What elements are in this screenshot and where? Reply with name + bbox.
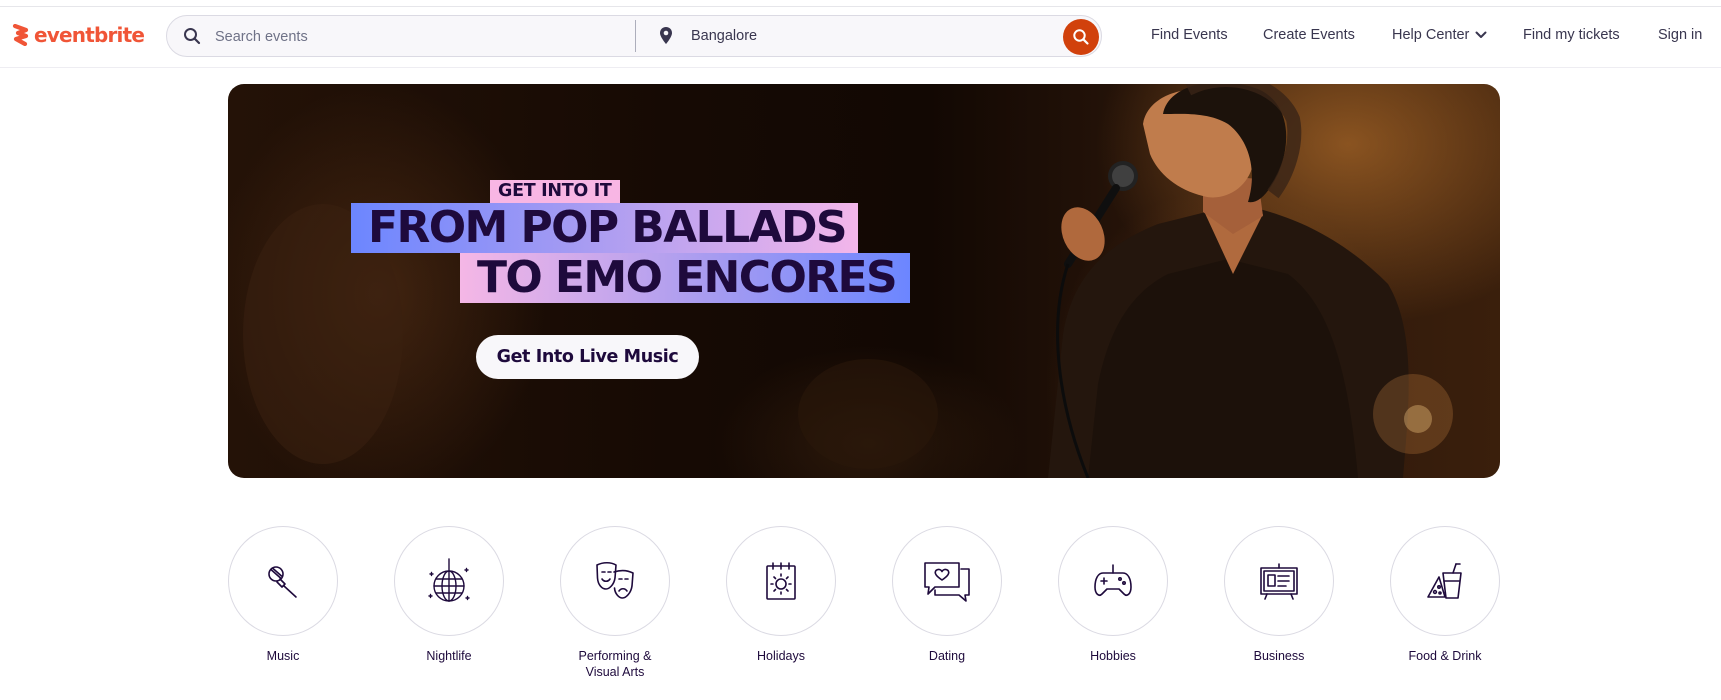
theater-masks-icon [596, 561, 634, 599]
category-business[interactable]: Business [1224, 526, 1334, 664]
nav-create-events[interactable]: Create Events [1263, 27, 1355, 43]
category-circle [1390, 526, 1500, 636]
search-icon [1073, 29, 1089, 45]
get-into-live-music-button[interactable]: Get Into Live Music [476, 335, 699, 379]
map-pin-icon [659, 26, 673, 50]
eventbrite-logo-icon [12, 24, 29, 46]
category-label: Performing & Visual Arts [578, 649, 652, 679]
category-label: Music [266, 649, 300, 663]
chevron-down-icon [1475, 31, 1487, 38]
category-list: Music Nightlife Performing & Visual Arts… [228, 526, 1500, 696]
nav-find-my-tickets[interactable]: Find my tickets [1523, 27, 1620, 43]
category-label: Business [1253, 649, 1305, 663]
category-circle [1224, 526, 1334, 636]
hero-headline-line-1: FROM POP BALLADS [351, 203, 858, 253]
microphone-icon [268, 566, 297, 598]
hero-banner: GET INTO IT FROM POP BALLADS TO EMO ENCO… [228, 84, 1500, 478]
category-circle [560, 526, 670, 636]
chat-heart-icon [924, 562, 970, 602]
category-hobbies[interactable]: Hobbies [1058, 526, 1168, 664]
category-holidays[interactable]: Holidays [726, 526, 836, 664]
nav-sign-in[interactable]: Sign in [1658, 27, 1702, 43]
category-circle [892, 526, 1002, 636]
category-food-drink[interactable]: Food & Drink [1390, 526, 1500, 664]
search-submit-button[interactable] [1063, 19, 1099, 55]
calendar-icon [766, 562, 796, 600]
category-label: Hobbies [1090, 649, 1136, 663]
eventbrite-logo[interactable]: eventbrite [12, 23, 145, 47]
location-input[interactable]: Bangalore [691, 28, 757, 44]
hero-headline-line-2: TO EMO ENCORES [460, 253, 911, 303]
category-nightlife[interactable]: Nightlife [394, 526, 504, 664]
disco-ball-icon [428, 558, 470, 602]
search-icon [183, 27, 201, 50]
nav-help-center-label: Help Center [1392, 27, 1470, 43]
category-label: Dating [928, 649, 966, 663]
presentation-board-icon [1260, 563, 1298, 600]
logo-wordmark: eventbrite [34, 23, 145, 47]
category-label: Nightlife [426, 649, 472, 663]
category-circle [726, 526, 836, 636]
search-bar: Bangalore [166, 15, 1102, 57]
food-drink-icon [1427, 563, 1462, 599]
category-circle [394, 526, 504, 636]
category-label: Food & Drink [1408, 649, 1482, 663]
category-circle [228, 526, 338, 636]
category-performing-visual-arts[interactable]: Performing & Visual Arts [560, 526, 670, 680]
category-circle [1058, 526, 1168, 636]
search-divider [635, 20, 636, 52]
nav-find-events[interactable]: Find Events [1151, 27, 1228, 43]
gamepad-icon [1094, 564, 1132, 596]
nav-help-center[interactable]: Help Center [1392, 27, 1487, 43]
category-label: Holidays [757, 649, 805, 663]
hero-kicker: GET INTO IT [490, 180, 620, 203]
category-dating[interactable]: Dating [892, 526, 1002, 664]
site-header: eventbrite Bangalore Find Events Create … [0, 7, 1721, 68]
category-music[interactable]: Music [228, 526, 338, 664]
